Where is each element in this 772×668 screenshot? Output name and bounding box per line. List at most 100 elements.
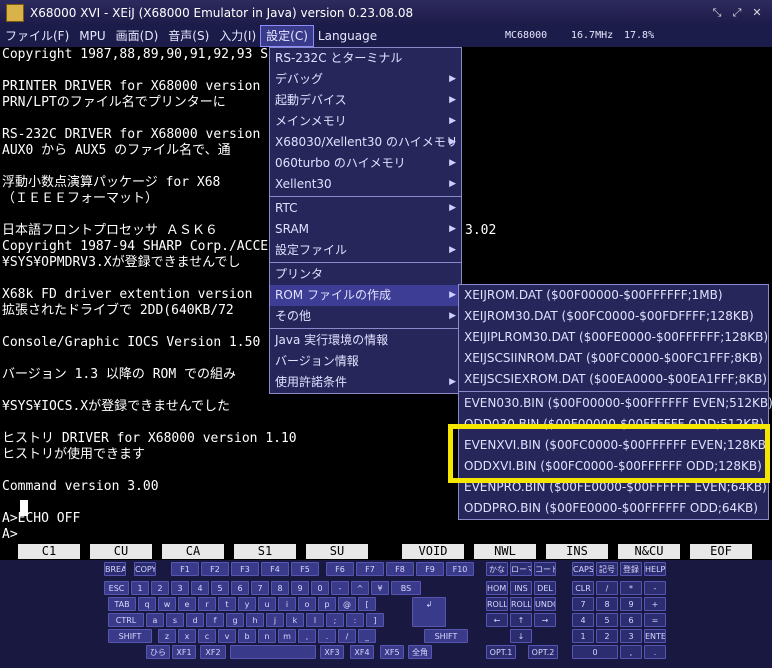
rom-item-xeijrom[interactable]: XEIJROM.DAT ($00F00000-$00FFFFFF;1MB) [459,285,768,306]
key[interactable]: F7 [356,562,384,576]
key[interactable]: 0 [311,581,329,595]
menu-item-boot-device[interactable]: 起動デバイス ▶ [270,90,461,111]
key[interactable]: F1 [171,562,199,576]
key[interactable]: ; [326,613,344,627]
key[interactable]: : [346,613,364,627]
key[interactable]: 1 [572,629,594,643]
key[interactable]: , [298,629,316,643]
menu-item-other[interactable]: その他 ▶ [270,306,461,327]
key[interactable]: HELP [644,562,666,576]
key[interactable]: t [218,597,236,611]
key[interactable]: SHIFT [108,629,152,643]
close-icon[interactable]: ✕ [750,6,764,20]
key[interactable]: OPT.2 [528,645,558,659]
key[interactable]: = [644,613,666,627]
key[interactable]: ESC [104,581,129,595]
menu-item-license[interactable]: 使用許諾条件 ▶ [270,372,461,393]
menu-file[interactable]: ファイル(F) [0,26,74,46]
rom-item-evenxvi[interactable]: EVENXVI.BIN ($00FC0000-$00FFFFFF EVEN;12… [459,435,771,456]
key[interactable]: 9 [620,597,642,611]
space-key[interactable] [230,645,316,659]
key[interactable]: CAPS [572,562,594,576]
key[interactable]: l [306,613,324,627]
menu-item-060turbo-high-memory[interactable]: 060turbo のハイメモリ ▶ [270,153,461,174]
key[interactable]: DEL [534,581,556,595]
key[interactable]: o [298,597,316,611]
key[interactable]: 5 [596,613,618,627]
key[interactable]: + [644,597,666,611]
key[interactable]: k [286,613,304,627]
key[interactable]: n [258,629,276,643]
minimize-icon[interactable]: ⤡ [710,6,724,20]
key[interactable]: BREAK [104,562,126,576]
key[interactable]: j [266,613,284,627]
key[interactable]: [ [358,597,376,611]
key[interactable]: 3 [620,629,642,643]
key[interactable]: INS [510,581,532,595]
rom-item-xeijscsiinrom[interactable]: XEIJSCSIINROM.DAT ($00FC0000-$00FC1FFF;8… [459,348,768,369]
key[interactable]: ] [366,613,384,627]
key[interactable]: ROLL UP [486,597,508,611]
key[interactable]: / [596,581,618,595]
key[interactable]: 6 [620,613,642,627]
key[interactable]: 1 [131,581,149,595]
key[interactable]: ↑ [510,613,532,627]
key[interactable]: F5 [291,562,319,576]
key[interactable]: 7 [572,597,594,611]
key[interactable]: i [278,597,296,611]
key[interactable]: OPT.1 [486,645,516,659]
key[interactable]: 4 [572,613,594,627]
key[interactable]: XF1 [172,645,196,659]
key[interactable]: 7 [251,581,269,595]
key[interactable]: * [620,581,642,595]
key[interactable]: 2 [596,629,618,643]
key[interactable]: ↓ [510,629,532,643]
key[interactable]: F4 [261,562,289,576]
menu-item-settings-file[interactable]: 設定ファイル ▶ [270,240,461,261]
key[interactable]: F3 [231,562,259,576]
rom-item-odd030[interactable]: ODD030.BIN ($00F00000-$00FFFFFF ODD;512K… [459,414,768,435]
key[interactable]: v [218,629,236,643]
menu-item-x68030-high-memory[interactable]: X68030/Xellent30 のハイメモリ ▶ [270,132,461,153]
key[interactable]: p [318,597,336,611]
key[interactable]: b [238,629,256,643]
key[interactable]: d [186,613,204,627]
key[interactable]: 4 [191,581,209,595]
menu-item-printer[interactable]: プリンタ [270,264,461,285]
key[interactable]: e [178,597,196,611]
key[interactable]: COPY [134,562,156,576]
key[interactable]: 記号 [596,562,618,576]
key[interactable]: F9 [416,562,444,576]
key[interactable]: m [278,629,296,643]
key[interactable]: BS [391,581,421,595]
key[interactable]: , [620,645,642,659]
key[interactable]: - [331,581,349,595]
key[interactable]: XF4 [350,645,374,659]
key[interactable]: F6 [326,562,354,576]
key[interactable]: 8 [271,581,289,595]
key[interactable]: コード [534,562,556,576]
key[interactable]: w [158,597,176,611]
return-key[interactable]: ↲ [412,597,446,627]
key[interactable]: 8 [596,597,618,611]
key[interactable]: q [138,597,156,611]
key[interactable]: - [644,581,666,595]
key[interactable]: z [158,629,176,643]
rom-item-xeijscsiexrom[interactable]: XEIJSCSIEXROM.DAT ($00EA0000-$00EA1FFF;8… [459,369,768,390]
key[interactable]: . [644,645,666,659]
key[interactable]: XF3 [320,645,344,659]
rom-item-xeijiplrom30[interactable]: XEIJIPLROM30.DAT ($00FE0000-$00FFFFFF;12… [459,327,768,348]
key[interactable]: ローマ [510,562,532,576]
key[interactable]: 6 [231,581,249,595]
key[interactable]: g [226,613,244,627]
menu-sound[interactable]: 音声(S) [163,26,214,46]
key[interactable]: x [178,629,196,643]
rom-item-evenpro[interactable]: EVENPRO.BIN ($00FE0000-$00FFFFFF EVEN;64… [459,477,768,498]
menu-item-xellent30[interactable]: Xellent30 ▶ [270,174,461,195]
key[interactable]: ← [486,613,508,627]
key[interactable]: / [338,629,356,643]
key[interactable]: s [166,613,184,627]
key[interactable]: XF5 [380,645,404,659]
menu-item-version-info[interactable]: バージョン情報 [270,351,461,372]
key[interactable]: CTRL [108,613,144,627]
